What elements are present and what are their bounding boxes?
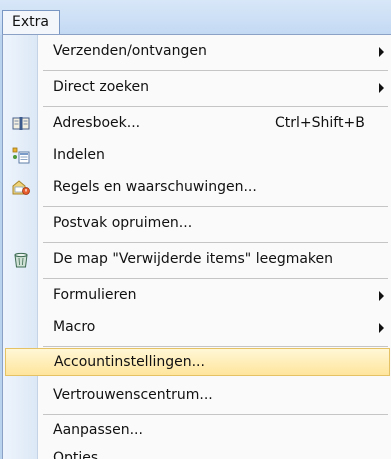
menu-separator bbox=[43, 206, 388, 207]
submenu-arrow-icon bbox=[379, 323, 384, 333]
menu-item-aanpassen[interactable]: Aanpassen... bbox=[5, 417, 390, 445]
empty-trash-icon bbox=[11, 250, 31, 270]
menu-separator bbox=[43, 414, 388, 415]
menu-item-formulieren[interactable]: Formulieren bbox=[5, 282, 390, 310]
menu-item-verzenden-ontvangen[interactable]: Verzenden/ontvangen bbox=[5, 38, 390, 66]
menu-item-accountinstellingen[interactable]: Accountinstellingen... bbox=[5, 348, 390, 376]
menu-item-verwijderde-items-leegmaken[interactable]: De map "Verwijderde items" leegmaken bbox=[5, 246, 390, 274]
menu-item-vertrouwenscentrum[interactable]: Vertrouwenscentrum... bbox=[5, 382, 390, 410]
menu-separator bbox=[43, 346, 388, 347]
menu-item-label: Aanpassen... bbox=[53, 422, 143, 438]
menu-item-label: Formulieren bbox=[53, 287, 137, 303]
submenu-arrow-icon bbox=[379, 291, 384, 301]
menu-item-label: Opties... bbox=[53, 450, 112, 459]
menu-item-label: Accountinstellingen... bbox=[54, 354, 205, 370]
menu-item-label: Adresboek... bbox=[53, 115, 141, 131]
menu-item-label: Verzenden/ontvangen bbox=[53, 43, 207, 59]
menu-item-label: De map "Verwijderde items" leegmaken bbox=[53, 251, 334, 267]
extra-dropdown-menu: Verzenden/ontvangen Direct zoeken Adresb… bbox=[2, 34, 391, 459]
menu-separator bbox=[43, 70, 388, 71]
submenu-arrow-icon bbox=[379, 83, 384, 93]
menu-bar: Extra bbox=[0, 0, 391, 35]
menu-tab-label: Extra bbox=[12, 14, 49, 30]
organize-icon bbox=[11, 146, 31, 166]
menu-item-label: Postvak opruimen... bbox=[53, 215, 193, 231]
menu-item-adresboek[interactable]: Adresboek... Ctrl+Shift+B bbox=[5, 110, 390, 138]
menu-item-label: Direct zoeken bbox=[53, 79, 149, 95]
menu-item-label: Indelen bbox=[53, 147, 105, 163]
menu-item-direct-zoeken[interactable]: Direct zoeken bbox=[5, 74, 390, 102]
menu-item-label: Macro bbox=[53, 319, 96, 335]
menu-item-opties[interactable]: Opties... bbox=[5, 445, 390, 459]
menu-tab-extra[interactable]: Extra bbox=[2, 10, 60, 35]
address-book-icon bbox=[11, 114, 31, 134]
menu-separator bbox=[43, 242, 388, 243]
submenu-arrow-icon bbox=[379, 47, 384, 57]
menu-separator bbox=[43, 278, 388, 279]
menu-item-label: Regels en waarschuwingen... bbox=[53, 179, 257, 195]
rules-alerts-icon bbox=[11, 178, 31, 198]
menu-item-macro[interactable]: Macro bbox=[5, 314, 390, 342]
menu-item-postvak-opruimen[interactable]: Postvak opruimen... bbox=[5, 210, 390, 238]
menu-item-regels-waarschuwingen[interactable]: Regels en waarschuwingen... bbox=[5, 174, 390, 202]
menu-item-shortcut: Ctrl+Shift+B bbox=[275, 115, 365, 131]
menu-item-label: Vertrouwenscentrum... bbox=[53, 387, 213, 403]
menu-item-indelen[interactable]: Indelen bbox=[5, 142, 390, 170]
menu-separator bbox=[43, 106, 388, 107]
